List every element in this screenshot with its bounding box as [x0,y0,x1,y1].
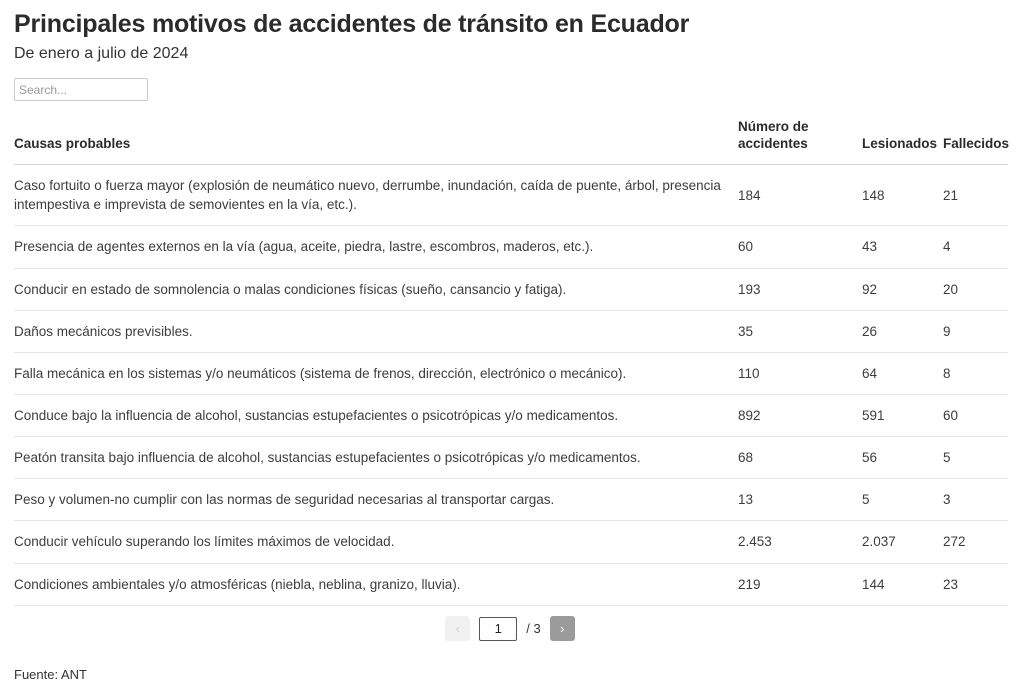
cell-fallecidos: 3 [943,478,1008,522]
cell-lesionados: 43 [862,225,943,269]
cell-fallecidos: 9 [943,310,1008,353]
table-container: Causas probables Número de accidentes Le… [0,101,1020,642]
cell-causa: Caso fortuito o fuerza mayor (explosión … [14,164,738,227]
cell-causa: Condiciones ambientales y/o atmosféricas… [14,563,738,606]
table-row: Conducir en estado de somnolencia o mala… [14,268,1008,311]
cell-accidentes: 892 [738,394,862,438]
cell-lesionados: 5 [862,478,943,522]
cell-causa: Daños mecánicos previsibles. [14,310,738,353]
page-header: Principales motivos de accidentes de trá… [0,0,1020,64]
cell-fallecidos: 5 [943,436,1008,480]
cell-fallecidos: 21 [943,164,1008,227]
column-header-numero-accidentes: Número de accidentes [738,119,862,166]
cell-lesionados: 591 [862,394,943,438]
cell-causa: Conducir en estado de somnolencia o mala… [14,268,738,311]
table-row: Falla mecánica en los sistemas y/o neumá… [14,352,1008,395]
cell-lesionados: 144 [862,563,943,606]
table-row: Peatón transita bajo influencia de alcoh… [14,436,1008,480]
cell-causa: Falla mecánica en los sistemas y/o neumá… [14,352,738,395]
next-page-button[interactable]: › [549,616,575,642]
cell-fallecidos: 272 [943,520,1008,564]
table-row: Peso y volumen-no cumplir con las normas… [14,478,1008,522]
cell-fallecidos: 20 [943,268,1008,311]
cell-accidentes: 13 [738,478,862,522]
cell-accidentes: 219 [738,563,862,606]
page-root: Principales motivos de accidentes de trá… [0,0,1020,694]
table-row: Daños mecánicos previsibles. 35 26 9 [14,310,1008,353]
cell-lesionados: 92 [862,268,943,311]
cell-causa: Conduce bajo la influencia de alcohol, s… [14,394,738,438]
search-container [0,64,1020,102]
cell-causa: Presencia de agentes externos en la vía … [14,225,738,269]
cell-causa: Conducir vehículo superando los límites … [14,520,738,564]
page-subtitle: De enero a julio de 2024 [14,44,189,62]
accidents-table: Causas probables Número de accidentes Le… [14,119,1009,606]
cell-lesionados: 26 [862,310,943,353]
cell-causa: Peso y volumen-no cumplir con las normas… [14,478,738,522]
cell-accidentes: 35 [738,310,862,353]
table-body: Caso fortuito o fuerza mayor (explosión … [14,164,1008,606]
table-header: Causas probables Número de accidentes Le… [14,119,1009,166]
page-title: Principales motivos de accidentes de trá… [14,10,690,38]
cell-fallecidos: 60 [943,394,1008,438]
cell-accidentes: 68 [738,436,862,480]
search-input[interactable] [14,78,148,102]
cell-lesionados: 2.037 [862,520,943,564]
cell-accidentes: 184 [738,164,862,227]
cell-fallecidos: 4 [943,225,1008,269]
cell-accidentes: 193 [738,268,862,311]
cell-lesionados: 64 [862,352,943,395]
column-header-lesionados: Lesionados [862,119,943,166]
cell-causa: Peatón transita bajo influencia de alcoh… [14,436,738,480]
table-header-row: Causas probables Número de accidentes Le… [14,119,1009,166]
previous-page-button[interactable]: ‹ [445,616,471,642]
column-header-causas: Causas probables [14,119,738,166]
cell-accidentes: 2.453 [738,520,862,564]
column-header-fallecidos: Fallecidos [943,119,1009,166]
cell-accidentes: 110 [738,352,862,395]
table-row: Caso fortuito o fuerza mayor (explosión … [14,164,1008,227]
cell-accidentes: 60 [738,225,862,269]
cell-lesionados: 148 [862,164,943,227]
cell-fallecidos: 23 [943,563,1008,606]
page-number-input[interactable] [479,616,518,641]
table-row: Condiciones ambientales y/o atmosféricas… [14,563,1008,606]
total-pages-label: / 3 [526,621,541,637]
source-note: Fuente: ANT [14,667,87,682]
cell-lesionados: 56 [862,436,943,480]
table-row: Presencia de agentes externos en la vía … [14,225,1008,269]
pagination: ‹ / 3 › [14,616,1006,642]
cell-fallecidos: 8 [943,352,1008,395]
table-row: Conducir vehículo superando los límites … [14,520,1008,564]
table-row: Conduce bajo la influencia de alcohol, s… [14,394,1008,438]
